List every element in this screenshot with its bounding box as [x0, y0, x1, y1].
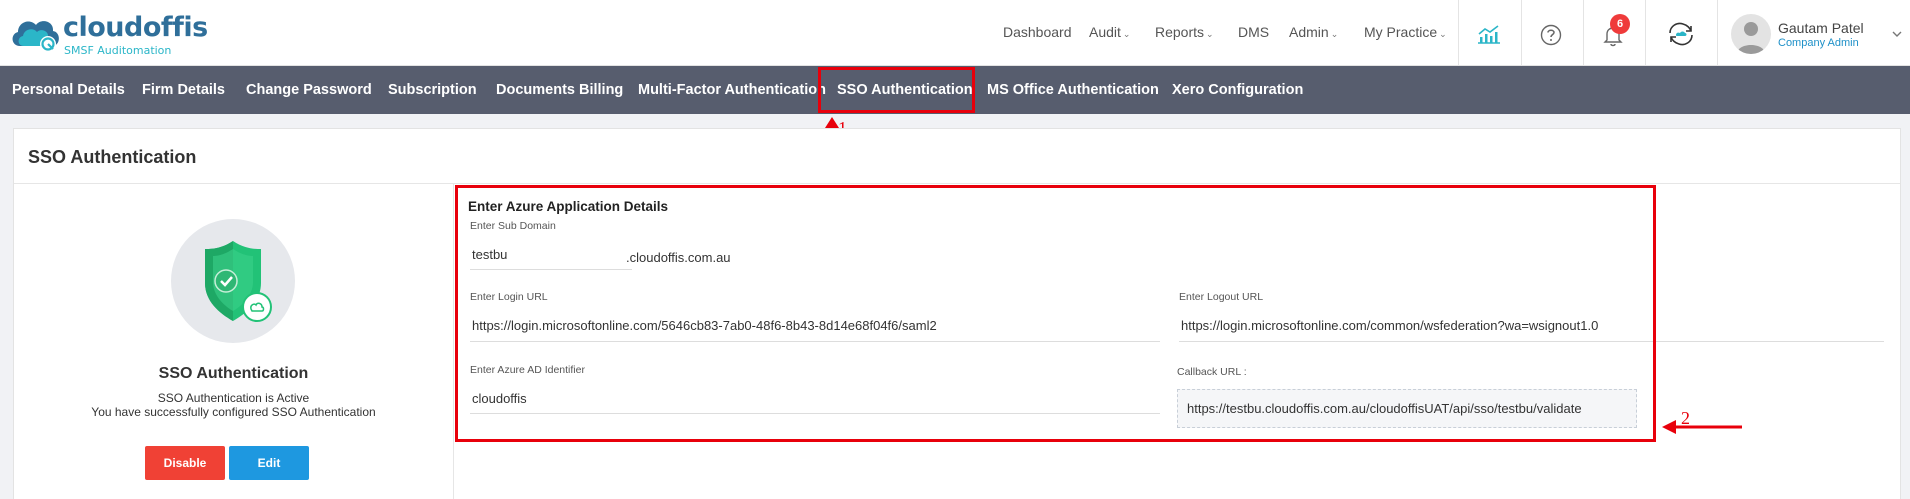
nav-dms[interactable]: DMS	[1238, 24, 1269, 40]
annotation-label-2: 2	[1681, 408, 1690, 428]
sso-illustration	[171, 219, 295, 343]
chevron-down-icon[interactable]	[1892, 30, 1902, 38]
nav-my-practice[interactable]: My Practice ⌄	[1364, 24, 1447, 40]
chevron-down-icon: ⌄	[1206, 29, 1214, 39]
tab-personal-details[interactable]: Personal Details	[12, 66, 125, 114]
analytics-chart-icon[interactable]	[1476, 23, 1502, 45]
tab-ms-office-authentication[interactable]: MS Office Authentication	[987, 66, 1159, 114]
chevron-down-icon: ⌄	[1439, 29, 1447, 39]
user-name[interactable]: Gautam Patel	[1778, 20, 1864, 36]
nav-reports[interactable]: Reports ⌄	[1155, 24, 1214, 40]
nav-audit[interactable]: Audit ⌄	[1089, 24, 1130, 40]
tab-xero-configuration[interactable]: Xero Configuration	[1172, 66, 1303, 114]
tab-multi-factor-authentication[interactable]: Multi-Factor Authentication	[638, 66, 826, 114]
edit-button[interactable]: Edit	[229, 446, 309, 480]
annotation-box-form	[455, 185, 1656, 442]
avatar[interactable]	[1731, 14, 1771, 54]
tab-documents-billing[interactable]: Documents Billing	[496, 66, 623, 114]
status-title: SSO Authentication	[158, 365, 309, 382]
tab-change-password[interactable]: Change Password	[246, 66, 372, 114]
nav-dashboard-label: Dashboard	[1003, 24, 1072, 40]
header-divider	[1521, 0, 1522, 66]
tab-subscription[interactable]: Subscription	[388, 66, 477, 114]
user-silhouette-icon	[1737, 22, 1765, 54]
top-header: cloudoffis SMSF Auditomation Dashboard A…	[0, 0, 1910, 66]
header-divider	[1583, 0, 1584, 66]
nav-admin[interactable]: Admin ⌄	[1289, 24, 1338, 40]
shield-check-icon	[205, 241, 272, 322]
nav-audit-label: Audit	[1089, 24, 1121, 40]
user-role: Company Admin	[1778, 37, 1859, 49]
nav-dms-label: DMS	[1238, 24, 1270, 40]
divider	[453, 184, 454, 499]
status-configured-text: You have successfully configured SSO Aut…	[91, 405, 376, 419]
header-divider	[1717, 0, 1718, 66]
nav-dashboard[interactable]: Dashboard	[1003, 24, 1072, 40]
disable-button[interactable]: Disable	[145, 446, 225, 480]
sync-icon[interactable]	[1665, 20, 1697, 48]
status-active-text: SSO Authentication is Active	[157, 391, 310, 405]
header-divider	[1645, 0, 1646, 66]
divider	[14, 183, 1900, 184]
nav-reports-label: Reports	[1155, 24, 1205, 40]
notification-badge: 6	[1610, 14, 1630, 34]
page-title: SSO Authentication	[28, 147, 197, 167]
nav-admin-label: Admin	[1289, 24, 1329, 40]
annotation-arrow-left-icon	[1662, 420, 1742, 434]
help-icon[interactable]	[1540, 24, 1562, 46]
brand-tagline: SMSF Auditomation	[64, 44, 172, 57]
chevron-down-icon: ⌄	[1330, 29, 1339, 39]
nav-my-practice-label: My Practice	[1364, 24, 1438, 40]
tab-firm-details[interactable]: Firm Details	[142, 66, 225, 114]
header-divider	[1458, 0, 1459, 66]
chevron-down-icon: ⌄	[1122, 29, 1131, 39]
annotation-box-tab	[818, 67, 975, 113]
